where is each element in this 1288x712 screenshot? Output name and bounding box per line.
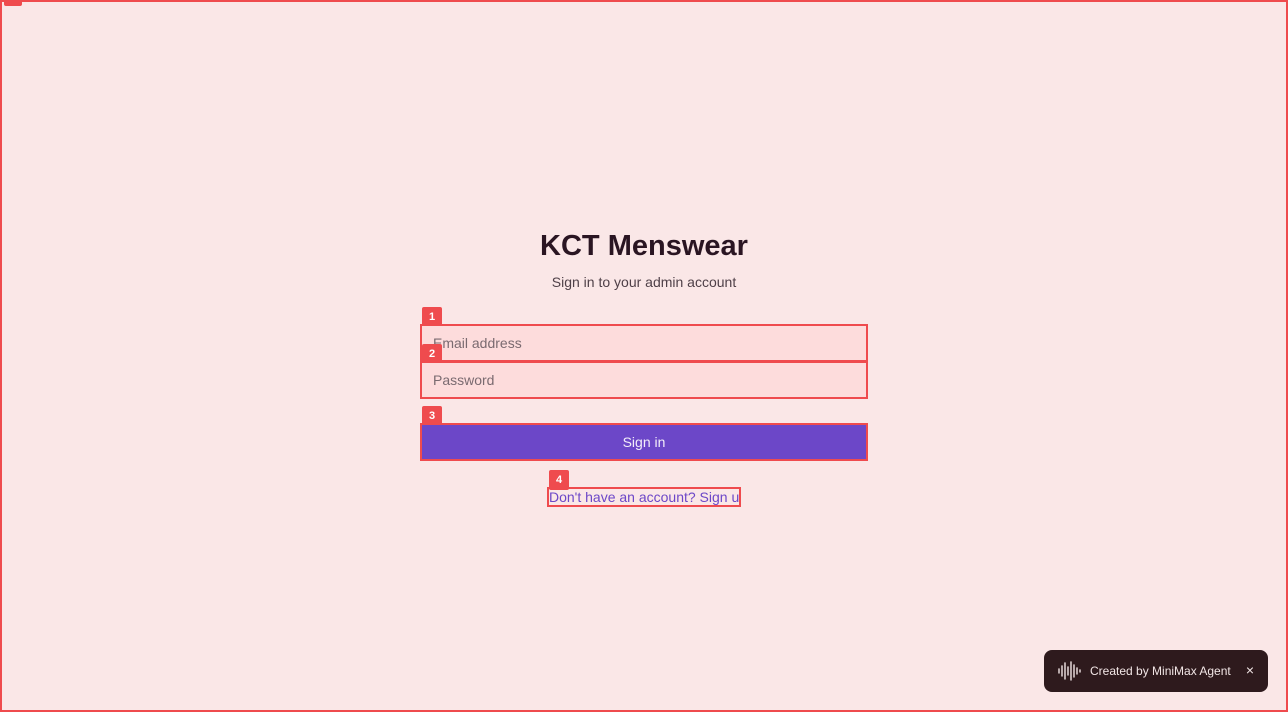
waveform-icon [1058,661,1081,681]
sign-up-link[interactable]: Don't have an account? Sign up [547,487,741,507]
page-subtitle: Sign in to your admin account [551,274,737,290]
email-field[interactable] [420,324,868,362]
toast-label: Created by MiniMax Agent [1090,664,1231,678]
page-title: KCT Menswear [540,230,748,262]
sign-in-button[interactable]: Sign in [420,423,868,461]
frame-marker-tag [4,1,22,6]
created-by-toast: Created by MiniMax Agent × [1044,650,1268,692]
password-field[interactable] [420,361,868,399]
close-icon[interactable]: × [1246,662,1254,678]
